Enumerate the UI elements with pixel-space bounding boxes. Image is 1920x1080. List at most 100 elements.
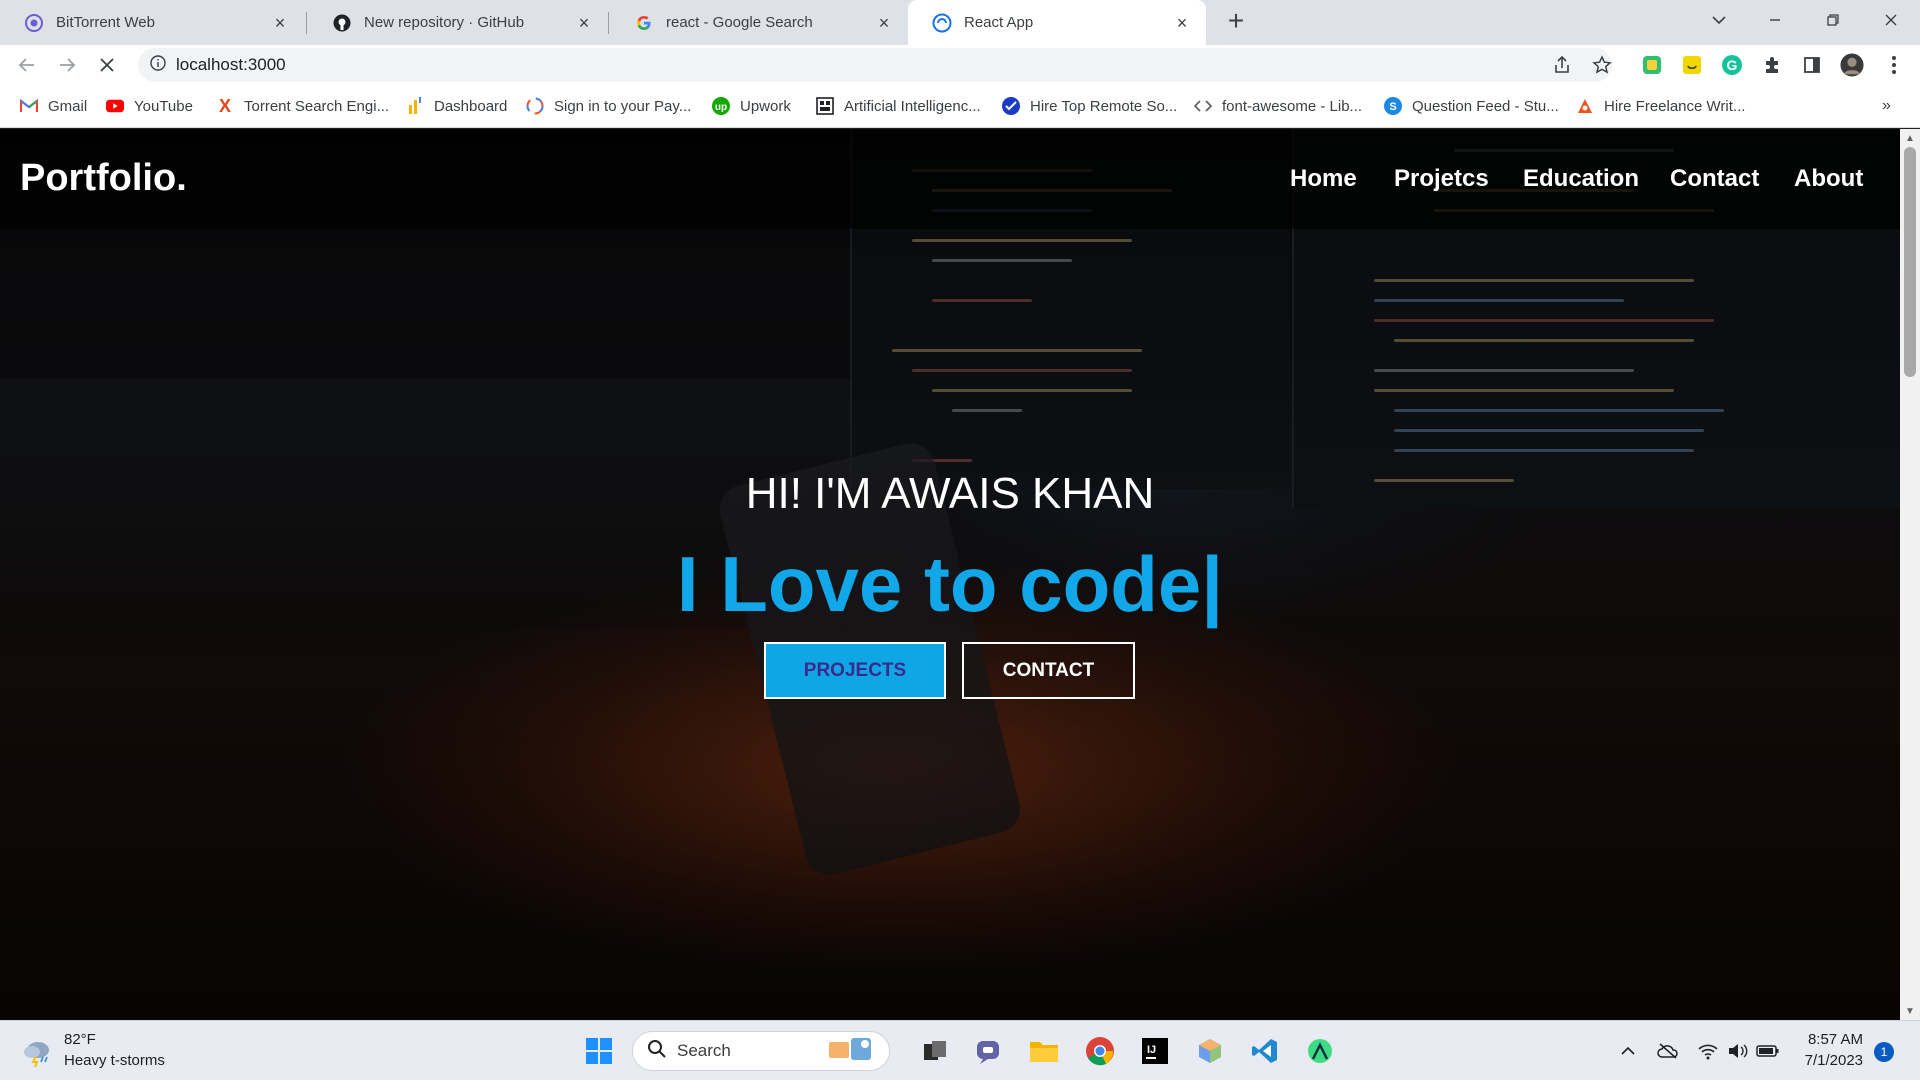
- gmail-icon: [20, 97, 38, 115]
- portfolio-page: Portfolio. Home Projetcs Education Conta…: [0, 129, 1900, 1020]
- intellij-icon[interactable]: IJ: [1138, 1034, 1172, 1068]
- svg-text:up: up: [715, 102, 727, 113]
- torrent-icon: X: [218, 95, 231, 116]
- nav-link-about[interactable]: About: [1794, 165, 1863, 193]
- restore-window-icon[interactable]: [1810, 0, 1856, 40]
- tab-bittorrent-web[interactable]: BitTorrent Web ×: [0, 0, 304, 45]
- site-brand-logo[interactable]: Portfolio.: [20, 157, 187, 200]
- site-info-icon[interactable]: [150, 54, 166, 76]
- page-scrollbar[interactable]: ▲ ▼: [1900, 129, 1920, 1020]
- stop-loading-icon[interactable]: [92, 50, 122, 80]
- search-highlight-icon: [825, 1034, 877, 1069]
- vscode-icon[interactable]: [1248, 1034, 1282, 1068]
- bookmarks-overflow-button[interactable]: »: [1882, 95, 1891, 117]
- projects-button[interactable]: PROJECTS: [764, 642, 946, 699]
- windows-start-icon[interactable]: [582, 1034, 616, 1068]
- nav-link-home[interactable]: Home: [1290, 165, 1357, 193]
- extension-yellow-icon[interactable]: [1680, 53, 1704, 77]
- tab-google-search[interactable]: react - Google Search ×: [610, 0, 908, 45]
- svg-text:G: G: [1727, 57, 1738, 73]
- svg-text:S: S: [1389, 101, 1396, 113]
- taskbar-search-label: Search: [677, 1041, 731, 1060]
- browser-menu-icon[interactable]: [1882, 53, 1906, 77]
- file-explorer-icon[interactable]: [1027, 1034, 1061, 1068]
- bookmark-youtube[interactable]: YouTube: [106, 95, 193, 117]
- bookmark-star-icon[interactable]: [1590, 53, 1614, 77]
- address-bar[interactable]: localhost:3000: [138, 48, 1612, 82]
- close-tab-icon[interactable]: ×: [270, 13, 290, 33]
- dashboard-icon: [406, 97, 424, 115]
- windows-taskbar: 82°F Heavy t-storms Search IJ 8:57 AM 7/…: [0, 1020, 1920, 1080]
- notification-badge[interactable]: 1: [1874, 1042, 1894, 1062]
- close-tab-icon[interactable]: ×: [574, 13, 594, 33]
- close-tab-icon[interactable]: ×: [874, 13, 894, 33]
- bookmark-artificial-intelligence[interactable]: Artificial Intelligenc...: [816, 95, 981, 117]
- nav-link-projects[interactable]: Projetcs: [1394, 165, 1489, 193]
- side-panel-icon[interactable]: [1800, 53, 1824, 77]
- battery-icon[interactable]: [1756, 1039, 1780, 1063]
- site-navbar: Portfolio. Home Projetcs Education Conta…: [0, 129, 1900, 229]
- bookmark-hire-top-remote[interactable]: Hire Top Remote So...: [1002, 95, 1177, 117]
- nav-link-education[interactable]: Education: [1523, 165, 1639, 193]
- bookmark-torrent-search[interactable]: X Torrent Search Engi...: [216, 95, 389, 117]
- freelance-icon: [1576, 97, 1594, 115]
- scroll-up-arrow-icon[interactable]: ▲: [1904, 133, 1916, 144]
- profile-avatar[interactable]: [1840, 53, 1864, 77]
- browser-toolbar: localhost:3000 G: [0, 45, 1920, 85]
- bookmark-font-awesome[interactable]: font-awesome - Lib...: [1194, 95, 1362, 117]
- taskbar-search-box[interactable]: Search: [632, 1031, 890, 1071]
- weather-storm-icon[interactable]: [20, 1035, 54, 1069]
- hero-greeting: HI! I'M AWAIS KHAN: [745, 469, 1155, 518]
- bookmark-hire-freelance-writers[interactable]: Hire Freelance Writ...: [1576, 95, 1745, 117]
- tab-github-new-repository[interactable]: New repository · GitHub ×: [308, 0, 608, 45]
- grammarly-icon[interactable]: G: [1720, 53, 1744, 77]
- new-tab-button[interactable]: +: [1222, 7, 1250, 36]
- chrome-icon[interactable]: [1083, 1034, 1117, 1068]
- bookmark-upwork[interactable]: up Upwork: [712, 95, 791, 117]
- contact-button[interactable]: CONTACT: [962, 642, 1135, 699]
- ai-icon: [816, 97, 834, 115]
- weather-temperature[interactable]: 82°F: [64, 1031, 96, 1048]
- wifi-icon[interactable]: [1696, 1039, 1720, 1063]
- bookmarks-bar: Gmail YouTube X Torrent Search Engi... D…: [0, 85, 1920, 128]
- android-studio-icon[interactable]: [1303, 1034, 1337, 1068]
- bittorrent-icon: [24, 13, 44, 33]
- close-window-icon[interactable]: [1868, 0, 1914, 40]
- weather-description[interactable]: Heavy t-storms: [64, 1052, 165, 1069]
- google-icon: [634, 13, 654, 33]
- code-icon: [1194, 97, 1212, 115]
- volume-icon[interactable]: [1726, 1039, 1750, 1063]
- bookmark-payoneer[interactable]: Sign in to your Pay...: [526, 95, 691, 117]
- extension-green-icon[interactable]: [1640, 53, 1664, 77]
- share-icon[interactable]: [1550, 53, 1574, 77]
- onedrive-offline-icon[interactable]: [1656, 1039, 1680, 1063]
- extensions-puzzle-icon[interactable]: [1760, 53, 1784, 77]
- tab-react-app[interactable]: React App ×: [908, 0, 1206, 45]
- tab-separator: [306, 12, 307, 34]
- scrollbar-thumb[interactable]: [1904, 147, 1916, 377]
- tab-separator: [608, 12, 609, 34]
- forward-arrow-icon[interactable]: [52, 50, 82, 80]
- show-hidden-icons-chevron-icon[interactable]: [1616, 1039, 1640, 1063]
- tab-search-chevron-icon[interactable]: [1696, 0, 1742, 40]
- task-view-icon[interactable]: [918, 1034, 952, 1068]
- bookmark-gmail[interactable]: Gmail: [20, 95, 87, 117]
- bookmark-dashboard[interactable]: Dashboard: [406, 95, 507, 117]
- back-arrow-icon[interactable]: [12, 50, 42, 80]
- teams-chat-icon[interactable]: [972, 1034, 1006, 1068]
- question-feed-icon: S: [1384, 97, 1402, 115]
- clock-date[interactable]: 7/1/2023: [1793, 1052, 1863, 1069]
- address-url: localhost:3000: [176, 55, 286, 74]
- upwork-icon: up: [712, 97, 730, 115]
- cube-app-icon[interactable]: [1193, 1034, 1227, 1068]
- hero-typed-text: I Love to code|: [676, 540, 1224, 628]
- svg-text:IJ: IJ: [1147, 1044, 1156, 1056]
- minimize-window-icon[interactable]: [1752, 0, 1798, 40]
- scroll-down-arrow-icon[interactable]: ▼: [1904, 1006, 1916, 1017]
- react-icon: [932, 13, 952, 33]
- nav-link-contact[interactable]: Contact: [1670, 165, 1759, 193]
- clock-time[interactable]: 8:57 AM: [1803, 1031, 1863, 1048]
- close-tab-icon[interactable]: ×: [1172, 13, 1192, 33]
- bookmark-question-feed[interactable]: S Question Feed - Stu...: [1384, 95, 1559, 117]
- github-icon: [332, 13, 352, 33]
